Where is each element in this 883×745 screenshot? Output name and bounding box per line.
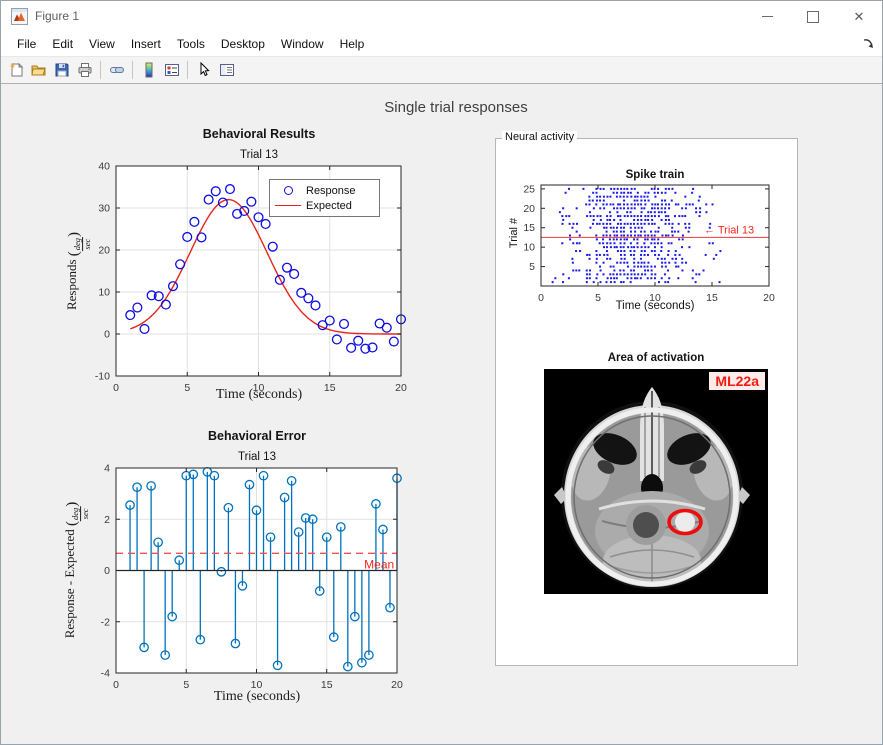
svg-text:20: 20 xyxy=(98,245,110,257)
close-button[interactable]: ✕ xyxy=(836,1,882,32)
svg-text:Mean: Mean xyxy=(364,557,394,571)
svg-text:5: 5 xyxy=(529,261,535,273)
behavioral-ylabel: Responds (degsec) xyxy=(64,232,92,310)
open-folder-icon xyxy=(31,62,47,78)
link-plot-button[interactable] xyxy=(105,59,128,82)
matlab-figure-icon xyxy=(11,8,28,25)
toolbar-separator xyxy=(132,61,133,79)
toolbar-separator xyxy=(187,61,188,79)
menu-window[interactable]: Window xyxy=(273,34,332,54)
svg-text:4: 4 xyxy=(104,463,110,475)
menu-tools[interactable]: Tools xyxy=(169,34,213,54)
mri-axial-slice xyxy=(544,369,768,594)
window-title: Figure 1 xyxy=(35,9,79,23)
figure-window: Figure 1 ✕ File Edit View Insert Tools D… xyxy=(0,0,883,745)
svg-text:← Trial 13: ← Trial 13 xyxy=(704,224,754,236)
svg-text:-10: -10 xyxy=(95,371,110,383)
plot-browser-icon xyxy=(219,62,235,78)
plot-browser-button[interactable] xyxy=(215,59,238,82)
figure-toolbar xyxy=(1,56,882,84)
svg-text:15: 15 xyxy=(523,222,535,234)
svg-text:25: 25 xyxy=(523,183,535,195)
svg-text:20: 20 xyxy=(523,203,535,215)
spike-xlabel: Time (seconds) xyxy=(616,300,695,312)
svg-text:0: 0 xyxy=(104,329,110,341)
maximize-button[interactable] xyxy=(790,1,836,32)
menu-insert[interactable]: Insert xyxy=(123,34,169,54)
title-bar: Figure 1 ✕ xyxy=(1,1,882,32)
expected-line-icon xyxy=(275,205,301,206)
legend-box[interactable]: Response Expected xyxy=(269,179,380,217)
svg-text:20: 20 xyxy=(395,382,407,394)
new-figure-button[interactable] xyxy=(4,59,27,82)
svg-text:20: 20 xyxy=(763,292,775,304)
legend-icon xyxy=(164,62,180,78)
svg-text:0: 0 xyxy=(113,382,119,394)
svg-text:5: 5 xyxy=(184,382,190,394)
floppy-disk-icon xyxy=(54,62,70,78)
svg-text:5: 5 xyxy=(183,679,189,691)
menu-view[interactable]: View xyxy=(81,34,123,54)
toolbar-separator xyxy=(100,61,101,79)
edit-plot-button[interactable] xyxy=(192,59,215,82)
svg-text:-4: -4 xyxy=(101,668,110,680)
behavioral-xlabel: Time (seconds) xyxy=(216,387,302,403)
menu-desktop[interactable]: Desktop xyxy=(213,34,273,54)
panel-title: Neural activity xyxy=(502,131,577,143)
pointer-arrow-icon xyxy=(196,62,212,78)
figure-suptitle: Single trial responses xyxy=(384,99,527,116)
svg-text:0: 0 xyxy=(113,679,119,691)
behavioral-error-chart[interactable]: Mean05101520-4-2024 xyxy=(70,460,411,703)
error-ylabel: Response - Expected (degsec) xyxy=(62,502,90,639)
svg-text:10: 10 xyxy=(523,242,535,254)
svg-text:0: 0 xyxy=(104,565,110,577)
svg-text:-2: -2 xyxy=(101,616,110,628)
error-xlabel: Time (seconds) xyxy=(214,689,300,705)
svg-text:2: 2 xyxy=(104,514,110,526)
spike-ylabel: Trial # xyxy=(508,218,520,248)
legend-item-response: Response xyxy=(270,183,379,198)
response-marker-icon xyxy=(284,186,293,195)
svg-text:15: 15 xyxy=(321,679,333,691)
menu-help[interactable]: Help xyxy=(332,34,373,54)
region-tag: ML22a xyxy=(709,372,765,390)
open-file-button[interactable] xyxy=(27,59,50,82)
dock-figure-icon[interactable] xyxy=(862,37,876,51)
svg-text:20: 20 xyxy=(391,679,403,691)
printer-icon xyxy=(77,62,93,78)
spike-train-chart[interactable]: ← Trial 1305101520510152025 xyxy=(511,178,783,310)
chain-link-icon xyxy=(109,62,125,78)
insert-colorbar-button[interactable] xyxy=(137,59,160,82)
figure-canvas: Single trial responses Behavioral Result… xyxy=(1,84,882,744)
brain-mri-image: ML22a xyxy=(544,369,768,594)
save-button[interactable] xyxy=(50,59,73,82)
print-button[interactable] xyxy=(73,59,96,82)
activation-title: Area of activation xyxy=(608,352,705,364)
colorbar-icon xyxy=(141,62,157,78)
svg-text:10: 10 xyxy=(98,287,110,299)
svg-text:30: 30 xyxy=(98,203,110,215)
insert-legend-button[interactable] xyxy=(160,59,183,82)
svg-text:15: 15 xyxy=(706,292,718,304)
svg-text:0: 0 xyxy=(538,292,544,304)
behavioral-title: Behavioral Results xyxy=(203,127,316,141)
legend-item-expected: Expected xyxy=(270,198,379,213)
svg-text:15: 15 xyxy=(324,382,336,394)
svg-text:40: 40 xyxy=(98,161,110,173)
svg-text:5: 5 xyxy=(595,292,601,304)
menu-edit[interactable]: Edit xyxy=(44,34,81,54)
new-document-icon xyxy=(8,62,24,78)
minimize-button[interactable] xyxy=(744,1,790,32)
menu-file[interactable]: File xyxy=(9,34,44,54)
error-title: Behavioral Error xyxy=(208,429,306,443)
menu-bar: File Edit View Insert Tools Desktop Wind… xyxy=(1,32,882,56)
